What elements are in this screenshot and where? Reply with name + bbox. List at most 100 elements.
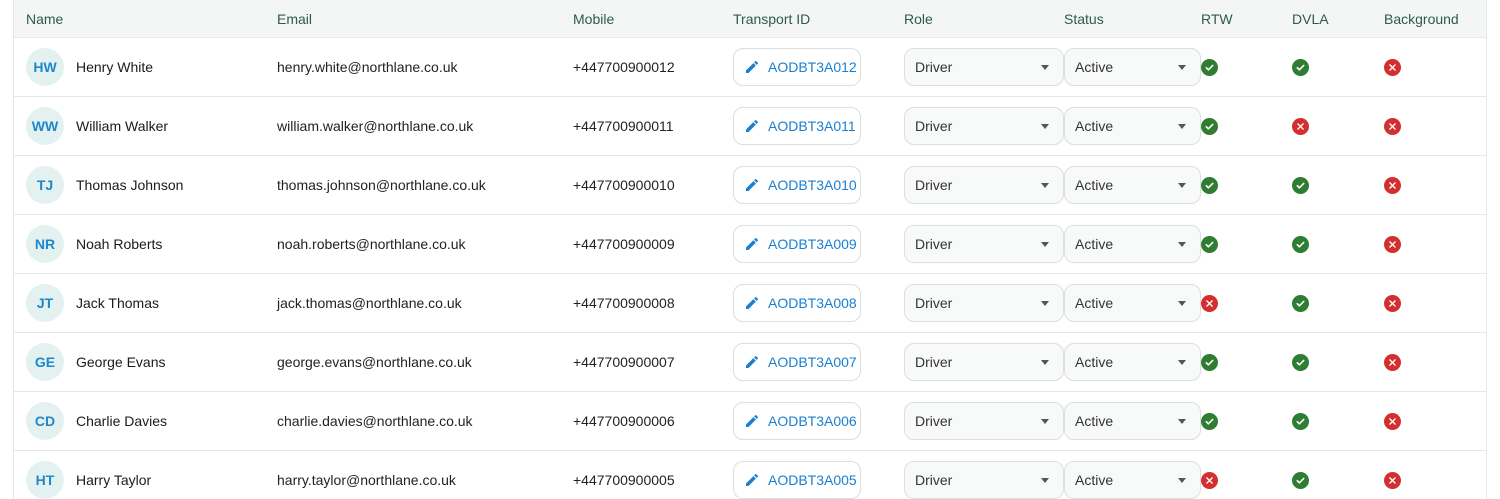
column-header-status[interactable]: Status — [1064, 0, 1204, 37]
role-select[interactable]: Driver — [904, 402, 1064, 440]
dvla-cell — [1292, 392, 1372, 450]
avatar: HT — [26, 461, 64, 499]
driver-name[interactable]: Thomas Johnson — [76, 177, 183, 193]
pencil-icon — [744, 354, 760, 370]
dvla-cell — [1292, 38, 1372, 96]
status-select[interactable]: Active — [1064, 107, 1201, 145]
column-header-rtw[interactable]: RTW — [1201, 0, 1281, 37]
rtw-check-circle-icon — [1201, 412, 1218, 430]
role-cell: Driver — [904, 97, 1064, 155]
mobile-cell: +447700900008 — [573, 295, 675, 311]
chevron-down-icon — [1178, 300, 1186, 306]
column-header-name[interactable]: Name — [26, 0, 276, 37]
driver-name[interactable]: Noah Roberts — [76, 236, 162, 252]
column-header-mobile[interactable]: Mobile — [573, 0, 723, 37]
edit-transport-id-button[interactable]: AODBT3A008 — [733, 284, 861, 322]
edit-transport-id-button[interactable]: AODBT3A009 — [733, 225, 861, 263]
role-select[interactable]: Driver — [904, 284, 1064, 322]
edit-transport-id-button[interactable]: AODBT3A010 — [733, 166, 861, 204]
rtw-check-circle-icon — [1201, 353, 1218, 371]
avatar: JT — [26, 284, 64, 322]
role-value: Driver — [915, 59, 953, 75]
role-cell: Driver — [904, 156, 1064, 214]
driver-name[interactable]: George Evans — [76, 354, 166, 370]
table-row[interactable]: JT Jack Thomas jack.thomas@northlane.co.uk… — [14, 274, 1486, 333]
role-value: Driver — [915, 295, 953, 311]
dvla-cell — [1292, 333, 1372, 391]
table-row[interactable]: CD Charlie Davies charlie.davies@northlane… — [14, 392, 1486, 451]
rtw-cell — [1201, 156, 1281, 214]
column-header-role[interactable]: Role — [904, 0, 1064, 37]
status-select[interactable]: Active — [1064, 402, 1201, 440]
chevron-down-icon — [1041, 123, 1049, 129]
table-row[interactable]: HW Henry White henry.white@northlane.co.uk… — [14, 38, 1486, 97]
status-value: Active — [1075, 472, 1114, 488]
background-x-circle-icon — [1384, 412, 1401, 430]
role-select[interactable]: Driver — [904, 225, 1064, 263]
role-select[interactable]: Driver — [904, 107, 1064, 145]
transport-id-value: AODBT3A009 — [768, 236, 857, 252]
driver-name[interactable]: Jack Thomas — [76, 295, 159, 311]
role-cell: Driver — [904, 215, 1064, 273]
mobile-cell: +447700900005 — [573, 472, 675, 488]
background-cell — [1384, 38, 1486, 96]
column-header-email[interactable]: Email — [277, 0, 567, 37]
email-cell: charlie.davies@northlane.co.uk — [277, 413, 473, 429]
role-select[interactable]: Driver — [904, 48, 1064, 86]
pencil-icon — [744, 118, 760, 134]
rtw-x-circle-icon — [1201, 294, 1218, 312]
edit-transport-id-button[interactable]: AODBT3A006 — [733, 402, 861, 440]
table-row[interactable]: NR Noah Roberts noah.roberts@northlane.co.… — [14, 215, 1486, 274]
edit-transport-id-button[interactable]: AODBT3A012 — [733, 48, 861, 86]
role-cell: Driver — [904, 274, 1064, 332]
role-select[interactable]: Driver — [904, 166, 1064, 204]
driver-name[interactable]: Harry Taylor — [76, 472, 151, 488]
status-cell: Active — [1064, 215, 1204, 273]
status-select[interactable]: Active — [1064, 461, 1201, 499]
transport-id-value: AODBT3A011 — [768, 118, 856, 134]
rtw-cell — [1201, 392, 1281, 450]
rtw-check-circle-icon — [1201, 235, 1218, 253]
status-select[interactable]: Active — [1064, 343, 1201, 381]
role-select[interactable]: Driver — [904, 343, 1064, 381]
chevron-down-icon — [1178, 123, 1186, 129]
column-header-dvla[interactable]: DVLA — [1292, 0, 1372, 37]
rtw-check-circle-icon — [1201, 117, 1218, 135]
table-row[interactable]: HT Harry Taylor harry.taylor@northlane.co.… — [14, 451, 1486, 499]
driver-name[interactable]: Charlie Davies — [76, 413, 167, 429]
avatar: TJ — [26, 166, 64, 204]
status-select[interactable]: Active — [1064, 166, 1201, 204]
table-row[interactable]: TJ Thomas Johnson thomas.johnson@northlane… — [14, 156, 1486, 215]
transport-id-cell: AODBT3A011 — [733, 97, 893, 155]
background-cell — [1384, 97, 1486, 155]
pencil-icon — [744, 236, 760, 252]
status-select[interactable]: Active — [1064, 225, 1201, 263]
dvla-check-circle-icon — [1292, 235, 1309, 253]
column-header-transport-id[interactable]: Transport ID — [733, 0, 893, 37]
transport-id-value: AODBT3A008 — [768, 295, 857, 311]
status-select[interactable]: Active — [1064, 284, 1201, 322]
chevron-down-icon — [1178, 477, 1186, 483]
status-value: Active — [1075, 236, 1114, 252]
edit-transport-id-button[interactable]: AODBT3A005 — [733, 461, 861, 499]
driver-name[interactable]: Henry White — [76, 59, 153, 75]
rtw-cell — [1201, 97, 1281, 155]
background-cell — [1384, 156, 1486, 214]
pencil-icon — [744, 472, 760, 488]
role-select[interactable]: Driver — [904, 461, 1064, 499]
column-header-background[interactable]: Background — [1384, 0, 1486, 37]
dvla-cell — [1292, 451, 1372, 499]
role-cell: Driver — [904, 38, 1064, 96]
status-select[interactable]: Active — [1064, 48, 1201, 86]
transport-id-value: AODBT3A007 — [768, 354, 857, 370]
edit-transport-id-button[interactable]: AODBT3A007 — [733, 343, 861, 381]
dvla-cell — [1292, 274, 1372, 332]
background-x-circle-icon — [1384, 117, 1401, 135]
mobile-cell: +447700900007 — [573, 354, 675, 370]
table-row[interactable]: WW William Walker william.walker@northlane… — [14, 97, 1486, 156]
driver-name[interactable]: William Walker — [76, 118, 168, 134]
edit-transport-id-button[interactable]: AODBT3A011 — [733, 107, 861, 145]
table-row[interactable]: GE George Evans george.evans@northlane.co.… — [14, 333, 1486, 392]
dvla-check-circle-icon — [1292, 176, 1309, 194]
background-cell — [1384, 274, 1486, 332]
